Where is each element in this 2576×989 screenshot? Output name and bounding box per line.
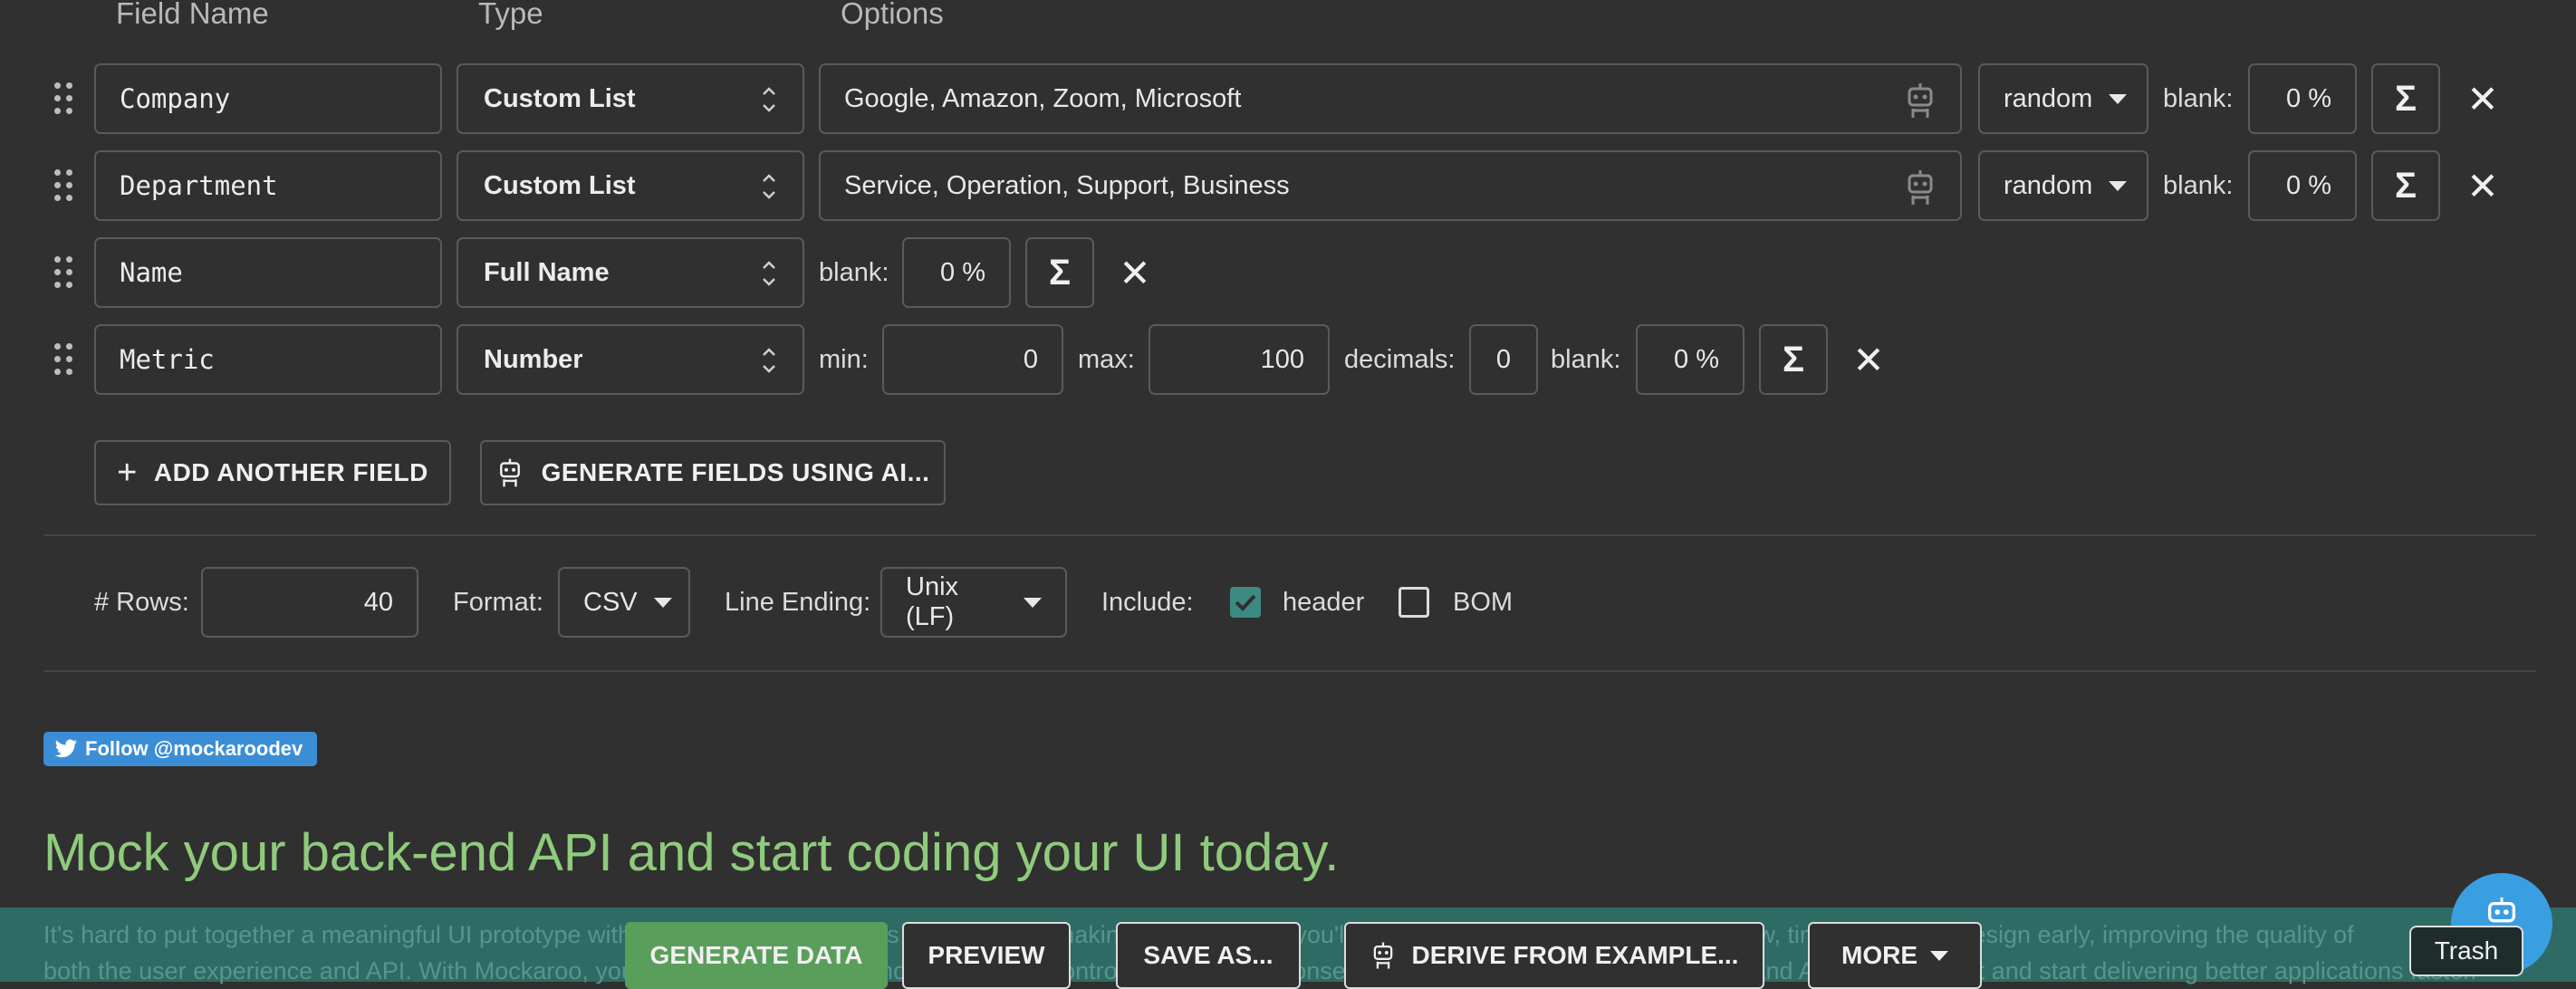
header-type: Type bbox=[478, 0, 543, 30]
field-name-input[interactable]: Company bbox=[94, 63, 442, 134]
add-field-label: ADD ANOTHER FIELD bbox=[153, 458, 428, 486]
blank-percent-input[interactable]: 0 % bbox=[2248, 150, 2357, 221]
line-ending-value: Unix (LF) bbox=[906, 572, 959, 631]
drag-handle-icon[interactable] bbox=[54, 256, 74, 289]
field-type-label: Custom List bbox=[484, 170, 636, 200]
formula-sigma-button[interactable]: Σ bbox=[1759, 324, 1828, 395]
field-name-input[interactable]: Department bbox=[94, 150, 442, 221]
field-name-input[interactable]: Name bbox=[94, 237, 442, 308]
order-dropdown[interactable]: random bbox=[1978, 150, 2148, 221]
options-input[interactable]: Google, Amazon, Zoom, Microsoft bbox=[819, 63, 1962, 134]
blank-percent-input[interactable]: 0 % bbox=[902, 237, 1011, 308]
twitter-follow-button[interactable]: Follow @mockaroodev bbox=[43, 732, 318, 766]
caret-down-icon bbox=[1024, 597, 1042, 608]
formula-sigma-button[interactable]: Σ bbox=[2371, 63, 2440, 134]
drag-handle-icon[interactable] bbox=[54, 343, 74, 376]
more-label: MORE bbox=[1841, 941, 1918, 969]
field-name-input[interactable]: Metric bbox=[94, 324, 442, 395]
robot-icon[interactable] bbox=[1904, 82, 1937, 120]
divider bbox=[43, 670, 2536, 672]
header-options: Options bbox=[841, 0, 944, 30]
caret-down-icon bbox=[653, 597, 672, 608]
derive-from-example-button[interactable]: DERIVE FROM EXAMPLE... bbox=[1344, 922, 1764, 989]
rows-label: # Rows: bbox=[94, 587, 189, 617]
trash-tooltip: Trash bbox=[2409, 926, 2523, 976]
include-label: Include: bbox=[1101, 587, 1194, 617]
decimals-input[interactable]: 0 bbox=[1469, 324, 1538, 395]
twitter-bird-icon bbox=[54, 739, 78, 758]
drag-handle-icon[interactable] bbox=[54, 82, 74, 115]
select-arrows-icon bbox=[763, 87, 775, 112]
save-as-button[interactable]: SAVE AS... bbox=[1116, 922, 1301, 989]
select-arrows-icon bbox=[763, 348, 775, 373]
order-value: random bbox=[2004, 83, 2093, 113]
rows-input[interactable]: 40 bbox=[201, 567, 418, 638]
header-checkbox[interactable] bbox=[1230, 587, 1261, 618]
blank-label: blank: bbox=[2163, 83, 2234, 113]
line-ending-dropdown[interactable]: Unix (LF) bbox=[880, 567, 1067, 638]
checkmark-icon bbox=[1235, 594, 1256, 611]
formula-sigma-button[interactable]: Σ bbox=[2371, 150, 2440, 221]
max-input[interactable]: 100 bbox=[1149, 324, 1330, 395]
divider bbox=[43, 534, 2536, 536]
format-value: CSV bbox=[583, 587, 638, 617]
caret-down-icon bbox=[2109, 180, 2128, 191]
options-input[interactable]: Service, Operation, Support, Business bbox=[819, 150, 1962, 221]
robot-icon[interactable] bbox=[1904, 168, 1937, 206]
field-type-select[interactable]: Full Name bbox=[457, 237, 804, 308]
blank-label: blank: bbox=[819, 257, 889, 287]
drag-handle-icon[interactable] bbox=[54, 169, 74, 202]
field-type-label: Number bbox=[484, 344, 583, 374]
robot-icon bbox=[1373, 942, 1392, 969]
add-another-field-button[interactable]: + ADD ANOTHER FIELD bbox=[94, 440, 451, 505]
options-text: Service, Operation, Support, Business bbox=[844, 170, 1290, 200]
format-dropdown[interactable]: CSV bbox=[558, 567, 690, 638]
line-ending-label: Line Ending: bbox=[725, 587, 871, 617]
blank-label: blank: bbox=[2163, 170, 2234, 200]
decimals-label: decimals: bbox=[1344, 344, 1456, 374]
field-type-label: Custom List bbox=[484, 83, 636, 113]
preview-button[interactable]: PREVIEW bbox=[902, 922, 1071, 989]
remove-field-close-icon[interactable]: ✕ bbox=[1846, 324, 1891, 395]
remove-field-close-icon[interactable]: ✕ bbox=[1112, 237, 1158, 308]
order-value: random bbox=[2004, 170, 2093, 200]
select-arrows-icon bbox=[763, 174, 775, 199]
header-checkbox-label: header bbox=[1283, 587, 1365, 617]
blank-percent-input[interactable]: 0 % bbox=[1636, 324, 1745, 395]
twitter-follow-label: Follow @mockaroodev bbox=[85, 737, 303, 760]
select-arrows-icon bbox=[763, 261, 775, 286]
blank-label: blank: bbox=[1551, 344, 1621, 374]
bom-checkbox-label: BOM bbox=[1453, 587, 1514, 617]
generate-fields-ai-button[interactable]: GENERATE FIELDS USING AI... bbox=[480, 440, 946, 505]
derive-label: DERIVE FROM EXAMPLE... bbox=[1411, 941, 1739, 969]
field-type-select[interactable]: Number bbox=[457, 324, 804, 395]
plus-icon: + bbox=[117, 453, 138, 492]
remove-field-close-icon[interactable]: ✕ bbox=[2460, 150, 2505, 221]
caret-down-icon bbox=[1930, 950, 1948, 961]
min-input[interactable]: 0 bbox=[882, 324, 1063, 395]
format-label: Format: bbox=[453, 587, 543, 617]
headline: Mock your back-end API and start coding … bbox=[43, 823, 1340, 882]
remove-field-close-icon[interactable]: ✕ bbox=[2460, 63, 2505, 134]
blank-percent-input[interactable]: 0 % bbox=[2248, 63, 2357, 134]
formula-sigma-button[interactable]: Σ bbox=[1025, 237, 1094, 308]
generate-ai-label: GENERATE FIELDS USING AI... bbox=[541, 458, 930, 486]
options-text: Google, Amazon, Zoom, Microsoft bbox=[844, 83, 1242, 113]
max-label: max: bbox=[1078, 344, 1135, 374]
caret-down-icon bbox=[2109, 93, 2128, 104]
order-dropdown[interactable]: random bbox=[1978, 63, 2148, 134]
bom-checkbox[interactable] bbox=[1399, 587, 1429, 618]
generate-data-button[interactable]: GENERATE DATA bbox=[625, 922, 888, 989]
header-field-name: Field Name bbox=[116, 0, 269, 30]
field-type-select[interactable]: Custom List bbox=[457, 150, 804, 221]
field-type-label: Full Name bbox=[484, 257, 610, 287]
min-label: min: bbox=[819, 344, 869, 374]
field-type-select[interactable]: Custom List bbox=[457, 63, 804, 134]
more-dropdown-button[interactable]: MORE bbox=[1808, 922, 1982, 989]
robot-icon bbox=[499, 458, 520, 487]
